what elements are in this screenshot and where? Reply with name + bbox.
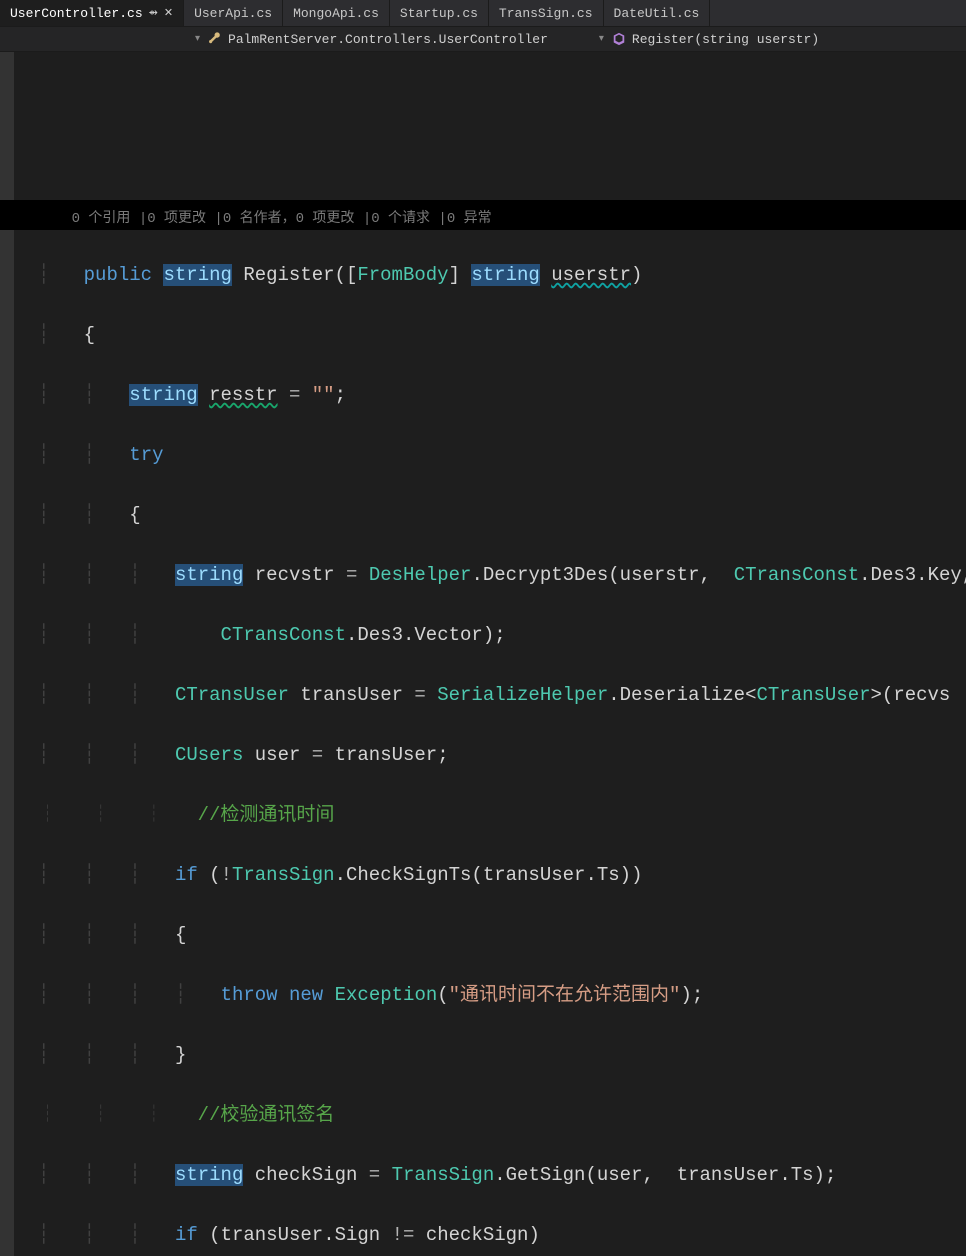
chevron-down-icon: ▾ [599, 33, 604, 45]
close-icon[interactable]: ✕ [164, 6, 173, 20]
code-line: ┆ { [38, 320, 966, 350]
code-line: ┆ ┆ ┆ string checkSign = TransSign.GetSi… [38, 1160, 966, 1190]
nav-member-label: Register(string userstr) [632, 32, 819, 47]
pin-icon[interactable]: ⇴ [149, 6, 158, 20]
code-line: ┆ ┆ ┆ CTransConst.Des3.Vector); [38, 620, 966, 650]
code-line: ┆ ┆ string resstr = ""; [38, 380, 966, 410]
wrench-icon [208, 32, 222, 46]
code-line: ┆ ┆ try [38, 440, 966, 470]
tab-label: TransSign.cs [499, 6, 593, 21]
code-editor[interactable]: 0 个引用 |0 项更改 |0 名作者，0 项更改 |0 个请求 |0 异常 ┆… [0, 52, 966, 1256]
code-line: ┆ ┆ ┆ { [38, 920, 966, 950]
code-line: ┆ ┆ ┆ } [38, 1040, 966, 1070]
code-line: ┆ ┆ ┆ ┆ throw new Exception("通讯时间不在允许范围内… [38, 980, 966, 1010]
code-line: ┆ ┆ ┆ //检测通讯时间 [38, 800, 966, 830]
tab-dateutil[interactable]: DateUtil.cs [604, 0, 711, 26]
code-line: ┆ ┆ ┆ if (!TransSign.CheckSignTs(transUs… [38, 860, 966, 890]
tab-userapi[interactable]: UserApi.cs [184, 0, 283, 26]
tab-label: DateUtil.cs [614, 6, 700, 21]
code-line: ┆ ┆ ┆ CTransUser transUser = SerializeHe… [38, 680, 966, 710]
tab-bar: UserController.cs ⇴ ✕ UserApi.cs MongoAp… [0, 0, 966, 27]
nav-member-dropdown[interactable]: Register(string userstr) [612, 32, 827, 47]
code-line: ┆ ┆ ┆ if (transUser.Sign != checkSign) [38, 1220, 966, 1250]
codelens-text[interactable]: 0 个引用 |0 项更改 |0 名作者，0 项更改 |0 个请求 |0 异常 [38, 208, 966, 230]
nav-class-dropdown[interactable]: PalmRentServer.Controllers.UserControlle… [208, 32, 612, 47]
code-line: ┆ ┆ ┆ //校验通讯签名 [38, 1100, 966, 1130]
code-line: ┆ ┆ ┆ CUsers user = transUser; [38, 740, 966, 770]
tab-label: Startup.cs [400, 6, 478, 21]
cube-icon [612, 32, 626, 46]
code-line: ┆ ┆ ┆ string recvstr = DesHelper.Decrypt… [38, 560, 966, 590]
nav-class-label: PalmRentServer.Controllers.UserControlle… [228, 32, 548, 47]
tab-label: MongoApi.cs [293, 6, 379, 21]
chevron-down-icon[interactable]: ▾ [195, 33, 200, 45]
navigation-bar: ▾ PalmRentServer.Controllers.UserControl… [0, 27, 966, 52]
code-line: ┆ ┆ { [38, 500, 966, 530]
tab-transsign[interactable]: TransSign.cs [489, 0, 604, 26]
tab-label: UserApi.cs [194, 6, 272, 21]
tab-mongoapi[interactable]: MongoApi.cs [283, 0, 390, 26]
tab-label: UserController.cs [10, 6, 143, 21]
tab-startup[interactable]: Startup.cs [390, 0, 489, 26]
editor-gutter [0, 52, 14, 1256]
code-line: ┆ public string Register([FromBody] stri… [38, 260, 966, 290]
tab-usercontroller[interactable]: UserController.cs ⇴ ✕ [0, 0, 184, 26]
